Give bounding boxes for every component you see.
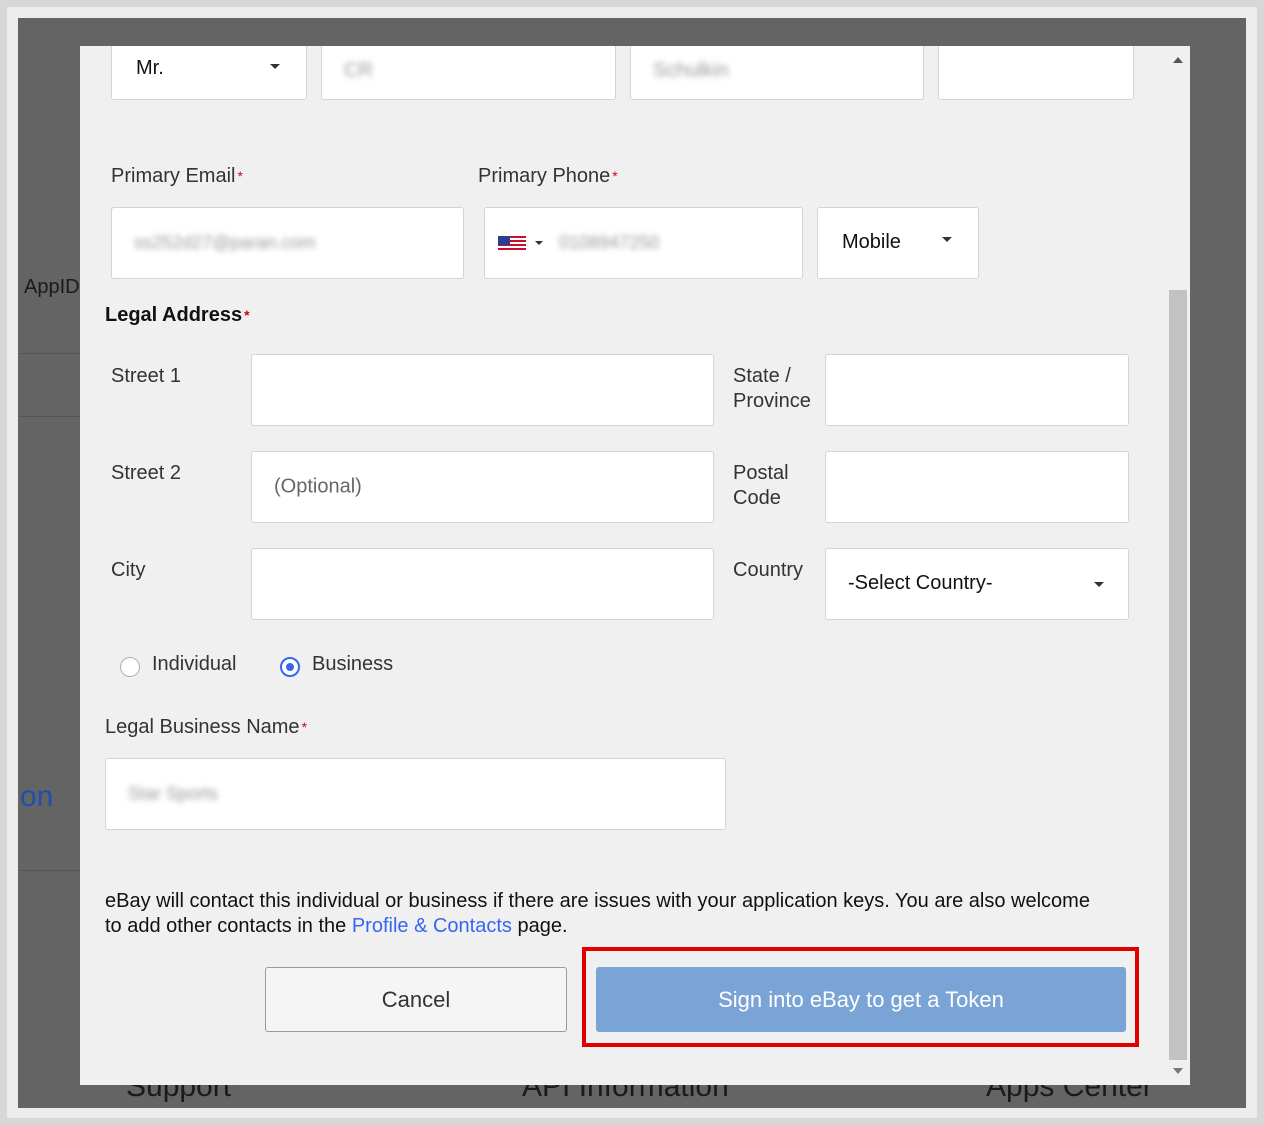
backdrop-divider [18,870,80,871]
street2-input[interactable]: (Optional) [251,451,714,523]
backdrop-link-fragment: on [20,780,54,813]
country-label: Country [733,559,804,581]
notice-suffix: page. [511,915,568,937]
business-radio-label[interactable]: Business [312,652,393,677]
annotation-highlight-box [582,947,1139,1047]
city-input[interactable] [251,548,714,620]
country-value: -Select Country- [848,572,993,594]
suffix-input[interactable] [938,46,1134,100]
business-name-value: Star Sports [128,783,219,804]
phone-type-select[interactable]: Mobile [817,207,979,279]
last-name-value: Schulkin [653,59,729,82]
phone-value: 0108947250 [559,232,660,253]
profile-contacts-link[interactable]: Profile & Contacts [352,915,512,937]
chevron-down-icon [942,237,952,242]
state-input[interactable] [825,354,1129,426]
first-name-value: CR [344,59,373,82]
scrollbar-thumb[interactable] [1169,290,1187,1060]
contact-info-modal: Mr. CR Schulkin Primary Email * Primary P… [80,46,1190,1085]
street1-label: Street 1 [111,365,182,387]
street1-input[interactable] [251,354,714,426]
first-name-input[interactable]: CR [321,46,616,100]
street2-placeholder: (Optional) [274,475,362,498]
individual-radio-label[interactable]: Individual [152,652,237,677]
phone-type-value: Mobile [842,231,901,253]
required-marker: * [612,168,618,184]
phone-label: Primary Phone * [478,165,618,187]
backdrop-divider [18,353,80,354]
notice-text: eBay will contact this individual or bus… [105,890,1090,937]
business-radio[interactable] [280,657,300,677]
cancel-button[interactable]: Cancel [265,967,567,1032]
chevron-down-icon [535,241,543,245]
individual-radio[interactable] [120,657,140,677]
backdrop-divider [18,416,80,417]
radio-selected-dot [286,663,294,671]
contact-notice: eBay will contact this individual or bus… [105,889,1105,939]
scroll-down-arrow-icon[interactable] [1173,1068,1183,1074]
salutation-value: Mr. [136,57,164,79]
required-marker: * [237,168,243,184]
postal-code-label: Postal Code [733,462,789,509]
legal-address-heading: Legal Address * [105,304,250,326]
us-flag-icon[interactable] [498,236,526,252]
city-label: City [111,559,146,581]
chevron-down-icon [1094,582,1104,587]
chevron-down-icon [270,64,280,69]
country-select[interactable]: -Select Country- [825,548,1129,620]
phone-field[interactable]: 0108947250 [484,207,803,279]
email-label: Primary Email * [111,165,243,187]
scroll-up-arrow-icon[interactable] [1173,57,1183,63]
last-name-input[interactable]: Schulkin [630,46,924,100]
email-value: ss252d27@paran.com [134,232,316,253]
appid-label-fragment: AppID [24,276,80,298]
required-marker: * [301,719,308,735]
state-label: State / Province [733,365,811,412]
business-name-input[interactable]: Star Sports [105,758,726,830]
email-field[interactable]: ss252d27@paran.com [111,207,464,279]
business-name-label: Legal Business Name * [105,716,308,738]
postal-code-input[interactable] [825,451,1129,523]
street2-label: Street 2 [111,462,182,484]
required-marker: * [244,307,250,323]
salutation-select[interactable]: Mr. [111,46,307,100]
